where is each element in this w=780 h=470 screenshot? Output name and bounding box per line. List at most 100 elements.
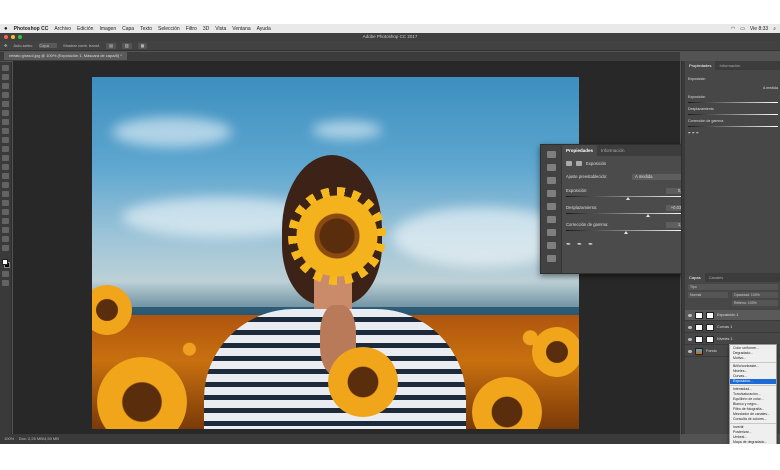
visibility-eye-icon[interactable] (688, 325, 692, 329)
align-left-button[interactable]: ▤ (106, 42, 116, 49)
zoom-tool[interactable] (2, 236, 9, 242)
dock-eyedropper-icons[interactable]: ✒ ✒ ✒ (688, 131, 699, 135)
show-transform-checkbox[interactable]: Mostrar contr. transf. (63, 43, 100, 48)
menu-edicion[interactable]: Edición (77, 26, 93, 32)
menu-texto[interactable]: Texto (140, 26, 152, 32)
dock-offset-slider[interactable] (688, 114, 778, 115)
layer-row[interactable]: Curvas 1 (685, 322, 780, 333)
menu-app-name[interactable]: Photoshop CC (14, 26, 49, 32)
quick-mask-tool[interactable] (2, 271, 9, 277)
eraser-tool[interactable] (2, 155, 9, 161)
character-icon[interactable] (547, 229, 556, 236)
libraries-icon[interactable] (547, 190, 556, 197)
align-center-button[interactable]: ▥ (121, 42, 132, 49)
exposure-slider-knob[interactable] (626, 197, 631, 200)
swatches-icon[interactable] (547, 203, 556, 210)
visibility-eye-icon[interactable] (688, 349, 692, 353)
dock-tab-properties[interactable]: Propiedades (685, 61, 716, 70)
layer-filter-select[interactable]: Tipo (688, 284, 778, 290)
quick-select-tool[interactable] (2, 92, 9, 98)
gamma-slider-track[interactable] (566, 230, 686, 234)
path-select-tool[interactable] (2, 209, 9, 215)
mask-thumb[interactable] (706, 335, 714, 343)
document-image[interactable] (92, 77, 579, 429)
adjustment-menu-item[interactable]: Motivo... (730, 356, 776, 361)
clock[interactable]: Vie 8:33 (750, 26, 768, 32)
history-brush-tool[interactable] (2, 146, 9, 152)
actions-icon[interactable] (547, 255, 556, 262)
move-tool[interactable] (2, 65, 9, 71)
move-tool-icon[interactable]: ✥ (4, 43, 7, 48)
offset-slider-track[interactable] (566, 213, 686, 217)
tab-channels[interactable]: Canales (705, 273, 728, 282)
zoom-window-button[interactable] (18, 35, 22, 39)
zoom-level[interactable]: 100% (4, 436, 14, 441)
gradient-tool[interactable] (2, 164, 9, 170)
menu-vista[interactable]: Vista (215, 26, 226, 32)
mask-thumb[interactable] (706, 311, 714, 319)
tab-properties[interactable]: Propiedades (562, 145, 598, 156)
foreground-color-swatch[interactable] (2, 259, 8, 265)
gray-point-eyedropper-icon[interactable]: ✒ (577, 241, 582, 248)
adjustment-menu-item[interactable]: Exposición... (730, 379, 776, 384)
auto-select-target-select[interactable]: Capa (39, 43, 58, 48)
spotlight-icon[interactable]: ⌕ (773, 26, 776, 32)
blend-mode-select[interactable]: Normal (688, 292, 728, 298)
visibility-eye-icon[interactable] (688, 337, 692, 341)
auto-select-checkbox[interactable]: Auto-selec. (13, 43, 33, 48)
dodge-tool[interactable] (2, 182, 9, 188)
pen-tool[interactable] (2, 191, 9, 197)
lasso-tool[interactable] (2, 83, 9, 89)
crop-tool[interactable] (2, 101, 9, 107)
menu-ventana[interactable]: Ventana (232, 26, 250, 32)
menu-imagen[interactable]: Imagen (99, 26, 116, 32)
tab-layers[interactable]: Capas (685, 273, 705, 282)
menu-3d[interactable]: 3D (203, 26, 209, 32)
stamp-tool[interactable] (2, 137, 9, 143)
brush-tool[interactable] (2, 128, 9, 134)
menu-archivo[interactable]: Archivo (54, 26, 71, 32)
adjustments-icon[interactable] (547, 164, 556, 171)
marquee-tool[interactable] (2, 74, 9, 80)
paragraph-icon[interactable] (547, 216, 556, 223)
layer-row[interactable]: Exposición 1 (685, 310, 780, 321)
exposure-slider-track[interactable] (566, 196, 686, 200)
mask-thumb[interactable] (706, 323, 714, 331)
hand-tool[interactable] (2, 227, 9, 233)
navigator-icon[interactable] (547, 242, 556, 249)
adjustment-menu-item[interactable]: Consulta de colores... (730, 417, 776, 422)
blur-tool[interactable] (2, 173, 9, 179)
document-tab[interactable]: retrato girasol.jpg @ 100% (Exposición 1… (4, 52, 127, 60)
menu-seleccion[interactable]: Selección (158, 26, 180, 32)
shape-tool[interactable] (2, 218, 9, 224)
dock-exposure-slider[interactable] (688, 102, 778, 103)
fill-field[interactable]: Relleno: 100% (732, 300, 778, 306)
brush-settings-icon[interactable] (547, 177, 556, 184)
eyedropper-tool[interactable] (2, 110, 9, 116)
visibility-eye-icon[interactable] (688, 313, 692, 317)
apple-icon[interactable]: ● (4, 26, 8, 32)
type-tool[interactable] (2, 200, 9, 206)
layer-mask-icon[interactable] (576, 160, 582, 166)
preset-dropdown[interactable]: A medida (632, 173, 688, 180)
close-window-button[interactable] (4, 35, 8, 39)
minimize-window-button[interactable] (11, 35, 15, 39)
history-icon[interactable] (547, 151, 556, 158)
adjustment-menu-item[interactable]: Mapa de degradado... (730, 440, 776, 444)
menu-filtro[interactable]: Filtro (186, 26, 197, 32)
dock-tab-information[interactable]: Información (715, 61, 744, 70)
menu-ayuda[interactable]: Ayuda (257, 26, 271, 32)
black-point-eyedropper-icon[interactable]: ✒ (566, 241, 571, 248)
wifi-icon[interactable]: ◠ (731, 26, 735, 32)
dock-preset-dropdown[interactable]: A medida (763, 86, 778, 90)
white-point-eyedropper-icon[interactable]: ✒ (588, 241, 593, 248)
offset-slider-knob[interactable] (645, 214, 650, 217)
battery-icon[interactable]: ▭ (740, 26, 745, 32)
opacity-field[interactable]: Opacidad: 100% (732, 292, 778, 298)
gamma-slider-knob[interactable] (624, 231, 628, 234)
edit-toolbar-tool[interactable] (2, 245, 9, 251)
canvas-area[interactable]: Propiedades Información Exposición Ajust… (13, 61, 691, 434)
menu-capa[interactable]: Capa (122, 26, 134, 32)
document-size[interactable]: Doc: 2,25 MB/4,50 MB (19, 436, 59, 441)
healing-tool[interactable] (2, 119, 9, 125)
